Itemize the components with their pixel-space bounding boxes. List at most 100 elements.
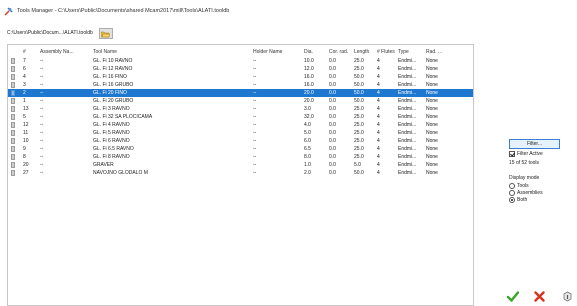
table-row[interactable]: 8 -- GL. Fi 8 RAVNO -- 8.0 0.0 25.0 4 Endmi... No… — [8, 153, 473, 161]
cell-length: 50.0 — [354, 98, 364, 104]
cell-tool-name: GL. Fi 20 GRUBO — [93, 98, 134, 104]
tool-row-icon — [11, 90, 15, 96]
table-row[interactable]: 6 -- GL. Fi 12 RAVNO -- 12.0 0.0 25.0 4 Endmi...… — [8, 65, 473, 73]
table-row[interactable]: 13 -- GL. Fi 3 RAVNO -- 3.0 0.0 25.0 4 Endmi... N… — [8, 105, 473, 113]
table-row[interactable]: 10 -- GL. Fi 6 RAVNO -- 6.0 0.0 25.0 4 Endmi... N… — [8, 137, 473, 145]
cell-diameter: 6.5 — [304, 146, 311, 152]
cell-flutes: 4 — [377, 114, 380, 120]
header-tool-name[interactable]: Tool Name — [93, 48, 248, 56]
cell-diameter: 20.0 — [304, 98, 314, 104]
header-holder-name[interactable]: Holder Name — [253, 48, 301, 56]
cell-diameter: 16.0 — [304, 82, 314, 88]
checkbox-box[interactable] — [509, 151, 515, 157]
cell-type: Endmi... — [398, 122, 417, 128]
header-length[interactable]: Length — [354, 48, 376, 56]
cell-number: 9 — [23, 146, 26, 152]
cell-number: 11 — [23, 130, 29, 136]
tool-row-icon — [11, 154, 15, 160]
table-row[interactable]: 5 -- GL. Fi 32 SA PLOCICAMA -- 32.0 0.0 25.0 4 E… — [8, 113, 473, 121]
cell-type: Endmi... — [398, 98, 417, 104]
help-icon — [562, 290, 573, 305]
cell-assembly: -- — [40, 146, 44, 152]
cell-diameter: 10.0 — [304, 58, 314, 64]
header-corner-radius[interactable]: Cor. rad. — [329, 48, 353, 56]
tool-row-icon — [11, 114, 15, 120]
cell-radius-type: None — [426, 114, 438, 120]
cell-holder-name: -- — [253, 58, 257, 64]
cell-assembly: -- — [40, 130, 44, 136]
table-row[interactable]: 9 -- GL. Fi 6.5 RAVNO -- 6.5 0.0 25.0 4 Endmi...… — [8, 145, 473, 153]
cell-number: 7 — [23, 58, 26, 64]
header-type[interactable]: Type — [398, 48, 424, 56]
cell-assembly: -- — [40, 90, 44, 96]
cell-assembly: -- — [40, 170, 44, 176]
table-row[interactable]: 27 -- NAVOJNO GLODALO M -- 2.0 0.0 50.0 4 Endmi.… — [8, 169, 473, 177]
cell-corner-radius: 0.0 — [329, 74, 336, 80]
cell-holder-name: -- — [253, 162, 257, 168]
header-assembly[interactable]: Assembly Na... — [40, 48, 90, 56]
checkmark-icon — [506, 290, 519, 305]
cell-flutes: 4 — [377, 146, 380, 152]
ok-button[interactable] — [505, 291, 520, 304]
cell-holder-name: -- — [253, 98, 257, 104]
cell-flutes: 4 — [377, 58, 380, 64]
cancel-button[interactable] — [532, 291, 547, 304]
display-mode-option[interactable]: Both — [509, 196, 543, 203]
header-number[interactable]: # — [23, 48, 38, 56]
help-button[interactable] — [559, 291, 575, 304]
tool-row-icon — [11, 58, 15, 64]
filter-active-checkbox[interactable]: Filter Active — [509, 151, 543, 157]
table-row[interactable]: 11 -- GL. Fi 5 RAVNO -- 5.0 0.0 25.0 4 Endmi... N… — [8, 129, 473, 137]
cell-corner-radius: 0.0 — [329, 114, 336, 120]
cell-corner-radius: 0.0 — [329, 162, 336, 168]
cell-assembly: -- — [40, 58, 44, 64]
cell-holder-name: -- — [253, 154, 257, 160]
cell-holder-name: -- — [253, 146, 257, 152]
tool-row-icon — [11, 130, 15, 136]
cell-tool-name: GL. Fi 16 GRUBO — [93, 82, 134, 88]
header-flutes[interactable]: # Flutes — [377, 48, 397, 56]
cell-radius-type: None — [426, 146, 438, 152]
window-title: Tools Manager - C:\Users\Public\Document… — [17, 8, 230, 14]
cell-length: 50.0 — [354, 74, 364, 80]
tool-row-icon — [11, 66, 15, 72]
tools-grid[interactable]: # Assembly Na... Tool Name Holder Name D… — [7, 44, 474, 306]
cell-radius-type: None — [426, 170, 438, 176]
table-row[interactable]: 12 -- GL. Fi 4 RAVNO -- 4.0 0.0 25.0 4 Endmi... N… — [8, 121, 473, 129]
cell-type: Endmi... — [398, 146, 417, 152]
filter-button[interactable]: Filter... — [509, 139, 560, 149]
cell-assembly: -- — [40, 106, 44, 112]
cell-number: 27 — [23, 170, 29, 176]
table-row[interactable]: 7 -- GL. Fi 10 RAVNO -- 10.0 0.0 25.0 4 Endmi...… — [8, 57, 473, 65]
table-row[interactable]: 1 -- GL. Fi 20 GRUBO -- 20.0 0.0 50.0 4 Endmi...… — [8, 97, 473, 105]
header-radius-type[interactable]: Rad. ... — [426, 48, 456, 56]
display-mode-label: Assemblies — [517, 189, 543, 196]
cell-flutes: 4 — [377, 106, 380, 112]
cell-type: Endmi... — [398, 154, 417, 160]
display-mode-title: Display mode — [509, 175, 540, 181]
display-mode-label: Tools — [517, 182, 529, 189]
table-row[interactable]: 3 -- GL. Fi 16 GRUBO -- 16.0 0.0 50.0 4 Endmi...… — [8, 81, 473, 89]
display-mode-option[interactable]: Tools — [509, 182, 543, 189]
cell-assembly: -- — [40, 98, 44, 104]
header-diameter[interactable]: Dia. — [304, 48, 328, 56]
cell-corner-radius: 0.0 — [329, 66, 336, 72]
table-row[interactable]: 20 -- GRAVER -- 1.0 0.0 5.0 4 Endmi... None — [8, 161, 473, 169]
display-mode-option[interactable]: Assemblies — [509, 189, 543, 196]
cell-radius-type: None — [426, 138, 438, 144]
cell-holder-name: -- — [253, 114, 257, 120]
cell-tool-name: GL. Fi 6 RAVNO — [93, 138, 130, 144]
title-bar: Tools Manager - C:\Users\Public\Document… — [0, 0, 577, 22]
cell-radius-type: None — [426, 82, 438, 88]
cell-tool-name: GL. Fi 32 SA PLOCICAMA — [93, 114, 153, 120]
cell-diameter: 6.0 — [304, 138, 311, 144]
table-row[interactable]: 2 -- GL. Fi 20 FINO -- 20.0 0.0 50.0 4 Endmi... N… — [8, 89, 473, 97]
open-library-button[interactable] — [98, 27, 113, 39]
radio-button[interactable] — [509, 189, 515, 196]
table-row[interactable]: 4 -- GL. Fi 16 FINO -- 16.0 0.0 50.0 4 Endmi... N… — [8, 73, 473, 81]
cell-assembly: -- — [40, 162, 44, 168]
tools-manager-icon — [4, 6, 13, 16]
radio-button[interactable] — [509, 196, 515, 203]
cell-number: 20 — [23, 162, 29, 168]
radio-button[interactable] — [509, 182, 515, 189]
